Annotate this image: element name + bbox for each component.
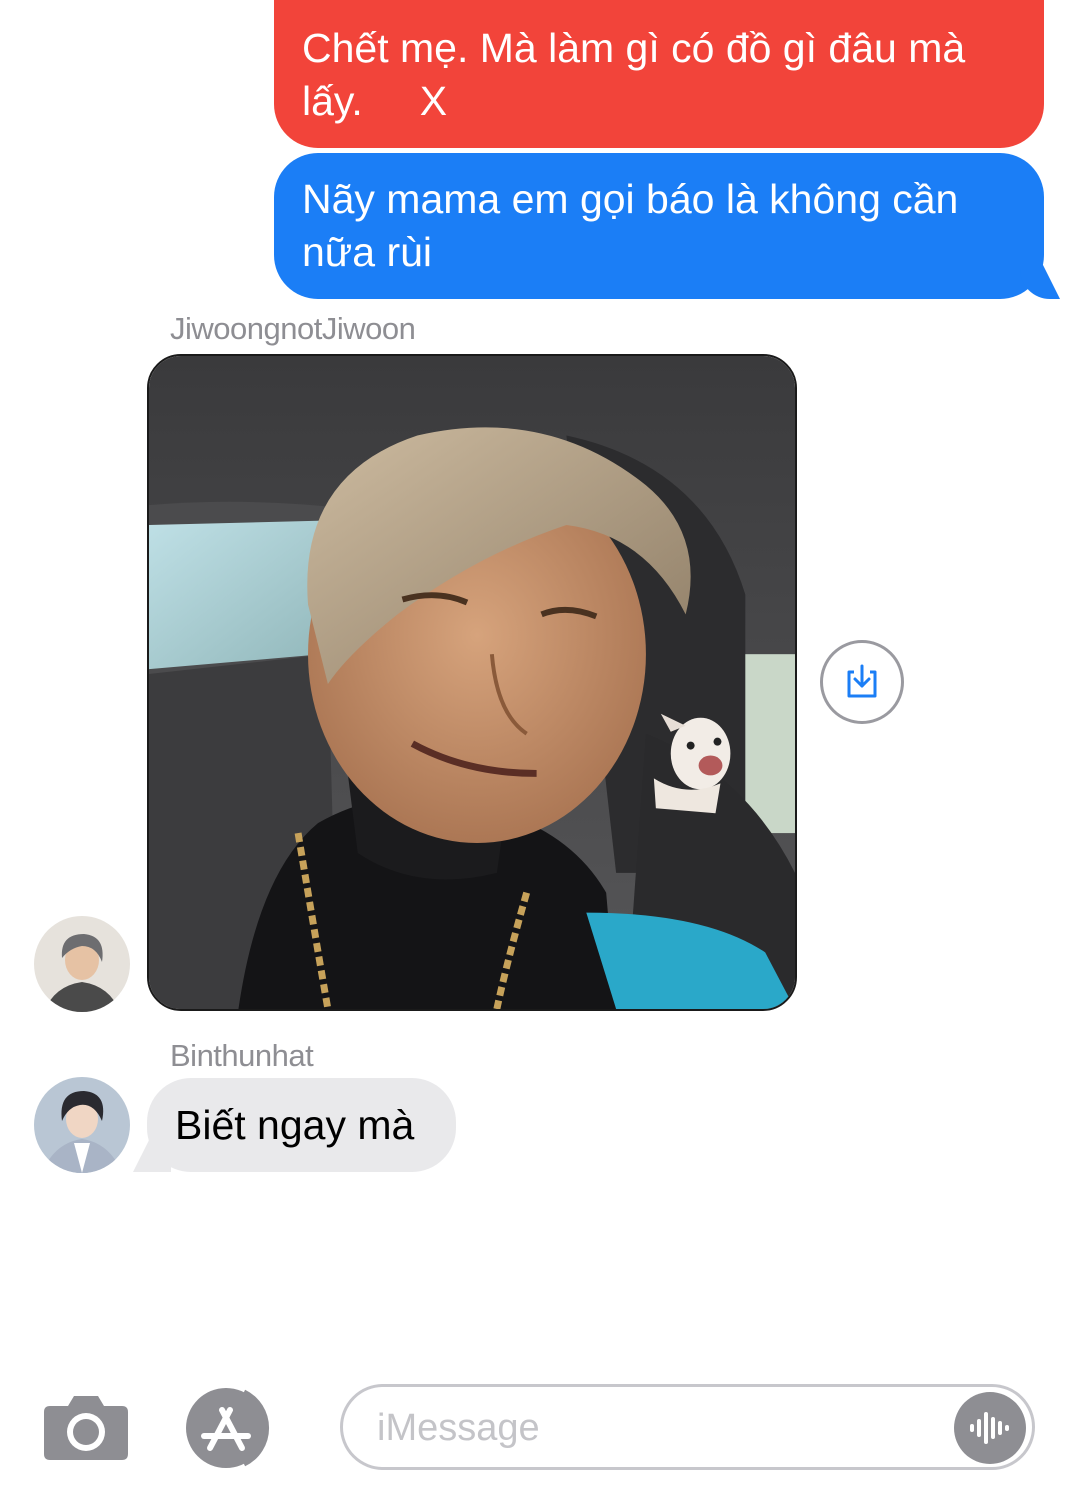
audio-waveform-icon: [970, 1412, 1009, 1444]
bubble-tail: [1020, 263, 1060, 299]
download-icon: [847, 664, 877, 698]
save-image-button[interactable]: [820, 640, 904, 724]
bubble-tail: [133, 1138, 171, 1172]
avatar-image: [34, 1077, 130, 1173]
avatar-binthunhat[interactable]: [34, 1077, 130, 1173]
camera-button[interactable]: [42, 1392, 130, 1462]
audio-message-button[interactable]: [954, 1392, 1026, 1464]
app-store-button[interactable]: [184, 1386, 284, 1470]
photo-content: [149, 356, 795, 1009]
message-input[interactable]: [375, 1387, 939, 1469]
messages-screen: Chết mẹ. Mà làm gì có đồ gì đâu mà lấy. …: [0, 0, 1080, 1489]
message-text: Chết mẹ. Mà làm gì có đồ gì đâu mà lấy. …: [302, 25, 977, 124]
outgoing-message-bubble[interactable]: Nãy mama em gọi báo là không cần nữa rùi: [274, 153, 1060, 299]
message-input-bar: [0, 1370, 1080, 1489]
incoming-message-bubble[interactable]: Biết ngay mà: [133, 1078, 456, 1172]
message-text: Nãy mama em gọi báo là không cần nữa rùi: [302, 176, 959, 275]
avatar-jiwoong[interactable]: [34, 916, 130, 1012]
camera-icon: [44, 1396, 128, 1460]
avatar-image: [34, 916, 130, 1012]
sender-name-jiwoong: JiwoongnotJiwoon: [170, 311, 416, 346]
imessage-field[interactable]: [340, 1384, 1035, 1470]
message-text: Biết ngay mà: [175, 1101, 415, 1148]
outgoing-message-bubble-failed[interactable]: Chết mẹ. Mà làm gì có đồ gì đâu mà lấy. …: [274, 0, 1044, 148]
image-message[interactable]: [147, 354, 797, 1011]
sender-name-binthunhat: Binthunhat: [170, 1038, 314, 1073]
appstore-icon: [186, 1388, 269, 1468]
